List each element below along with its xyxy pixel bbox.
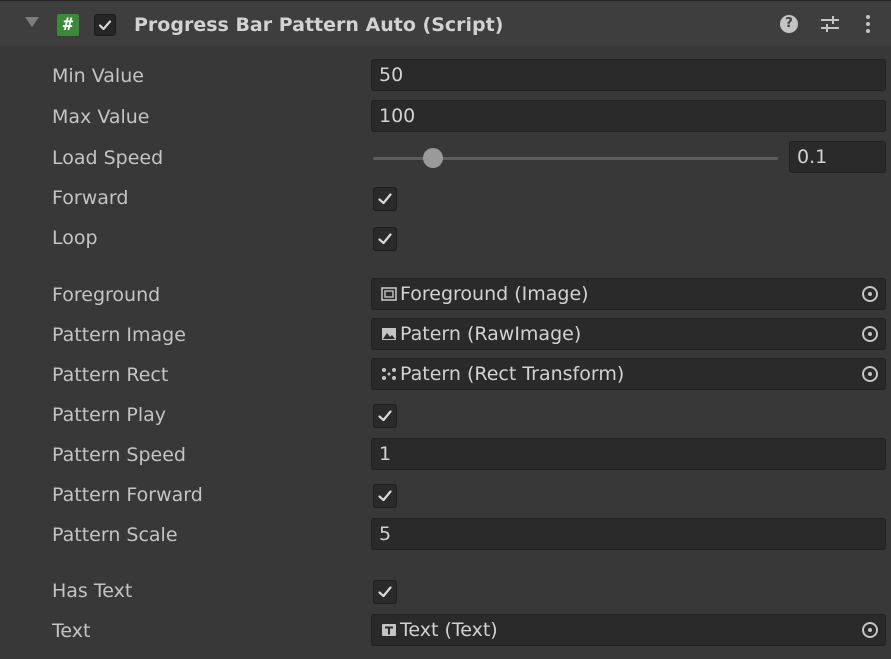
component-header[interactable]: # Progress Bar Pattern Auto (Script) ? <box>0 0 891 46</box>
object-field-value: Foreground (Image) <box>400 283 589 305</box>
row-pattern-speed: Pattern Speed 1 <box>0 436 891 474</box>
field-label: Pattern Rect <box>52 364 169 386</box>
text-component-icon <box>382 624 396 636</box>
has-text-checkbox[interactable] <box>373 580 397 604</box>
text-object-field[interactable]: Text (Text) <box>371 614 886 646</box>
rect-transform-icon <box>382 368 396 380</box>
field-label: Load Speed <box>52 147 164 169</box>
foreground-object-field[interactable]: Foreground (Image) <box>371 278 886 310</box>
object-picker-icon[interactable] <box>862 286 878 302</box>
loop-checkbox[interactable] <box>373 227 397 251</box>
object-field-value: Text (Text) <box>400 619 498 641</box>
foldout-arrow-icon[interactable] <box>25 17 39 27</box>
script-icon: # <box>57 14 79 36</box>
image-component-icon <box>381 287 397 301</box>
row-pattern-forward: Pattern Forward <box>0 476 891 514</box>
context-menu-icon[interactable] <box>860 13 876 35</box>
component-title: Progress Bar Pattern Auto (Script) <box>134 14 504 36</box>
max-value-input[interactable]: 100 <box>371 100 886 132</box>
presets-icon[interactable] <box>819 14 841 34</box>
inspector-component: # Progress Bar Pattern Auto (Script) ? M… <box>0 0 891 659</box>
object-field-value: Patern (Rect Transform) <box>400 363 625 385</box>
pattern-image-object-field[interactable]: Patern (RawImage) <box>371 318 886 350</box>
pattern-play-checkbox[interactable] <box>373 404 397 428</box>
field-label: Text <box>52 620 91 642</box>
row-pattern-image: Pattern Image Patern (RawImage) <box>0 316 891 354</box>
checkmark-icon <box>378 233 392 245</box>
field-label: Loop <box>52 227 98 249</box>
row-max-value: Max Value 100 <box>0 98 891 136</box>
rawimage-component-icon <box>382 328 396 340</box>
row-foreground: Foreground Foreground (Image) <box>0 276 891 314</box>
row-text: Text Text (Text) <box>0 612 891 650</box>
pattern-forward-checkbox[interactable] <box>373 484 397 508</box>
row-forward: Forward <box>0 179 891 217</box>
field-label: Pattern Speed <box>52 444 186 466</box>
field-label: Has Text <box>52 580 133 602</box>
field-label: Pattern Forward <box>52 484 203 506</box>
load-speed-slider-thumb[interactable] <box>423 148 444 168</box>
forward-checkbox[interactable] <box>373 187 397 211</box>
row-min-value: Min Value 50 <box>0 57 891 95</box>
pattern-scale-input[interactable]: 5 <box>371 518 886 550</box>
row-has-text: Has Text <box>0 572 891 610</box>
row-pattern-rect: Pattern Rect Patern (Rect Transform) <box>0 356 891 394</box>
object-picker-icon[interactable] <box>862 326 878 342</box>
field-label: Forward <box>52 187 129 209</box>
object-picker-icon[interactable] <box>862 366 878 382</box>
object-picker-icon[interactable] <box>862 622 878 638</box>
row-loop: Loop <box>0 219 891 257</box>
field-label: Max Value <box>52 106 150 128</box>
field-label: Pattern Play <box>52 404 167 426</box>
row-pattern-scale: Pattern Scale 5 <box>0 516 891 554</box>
help-icon[interactable]: ? <box>780 15 798 33</box>
row-pattern-play: Pattern Play <box>0 396 891 434</box>
field-label: Pattern Scale <box>52 524 178 546</box>
pattern-rect-object-field[interactable]: Patern (Rect Transform) <box>371 358 886 390</box>
field-label: Foreground <box>52 284 161 306</box>
checkmark-icon <box>378 586 392 598</box>
row-load-speed: Load Speed 0.1 <box>0 139 891 177</box>
checkmark-icon <box>378 410 392 422</box>
component-enabled-toggle[interactable] <box>94 14 116 36</box>
checkmark-icon <box>378 490 392 502</box>
pattern-speed-input[interactable]: 1 <box>371 438 886 470</box>
field-label: Pattern Image <box>52 324 186 346</box>
checkmark-icon <box>98 20 112 31</box>
load-speed-input[interactable]: 0.1 <box>789 141 886 173</box>
object-field-value: Patern (RawImage) <box>400 323 582 345</box>
field-label: Min Value <box>52 65 144 87</box>
min-value-input[interactable]: 50 <box>371 59 886 91</box>
checkmark-icon <box>378 193 392 205</box>
